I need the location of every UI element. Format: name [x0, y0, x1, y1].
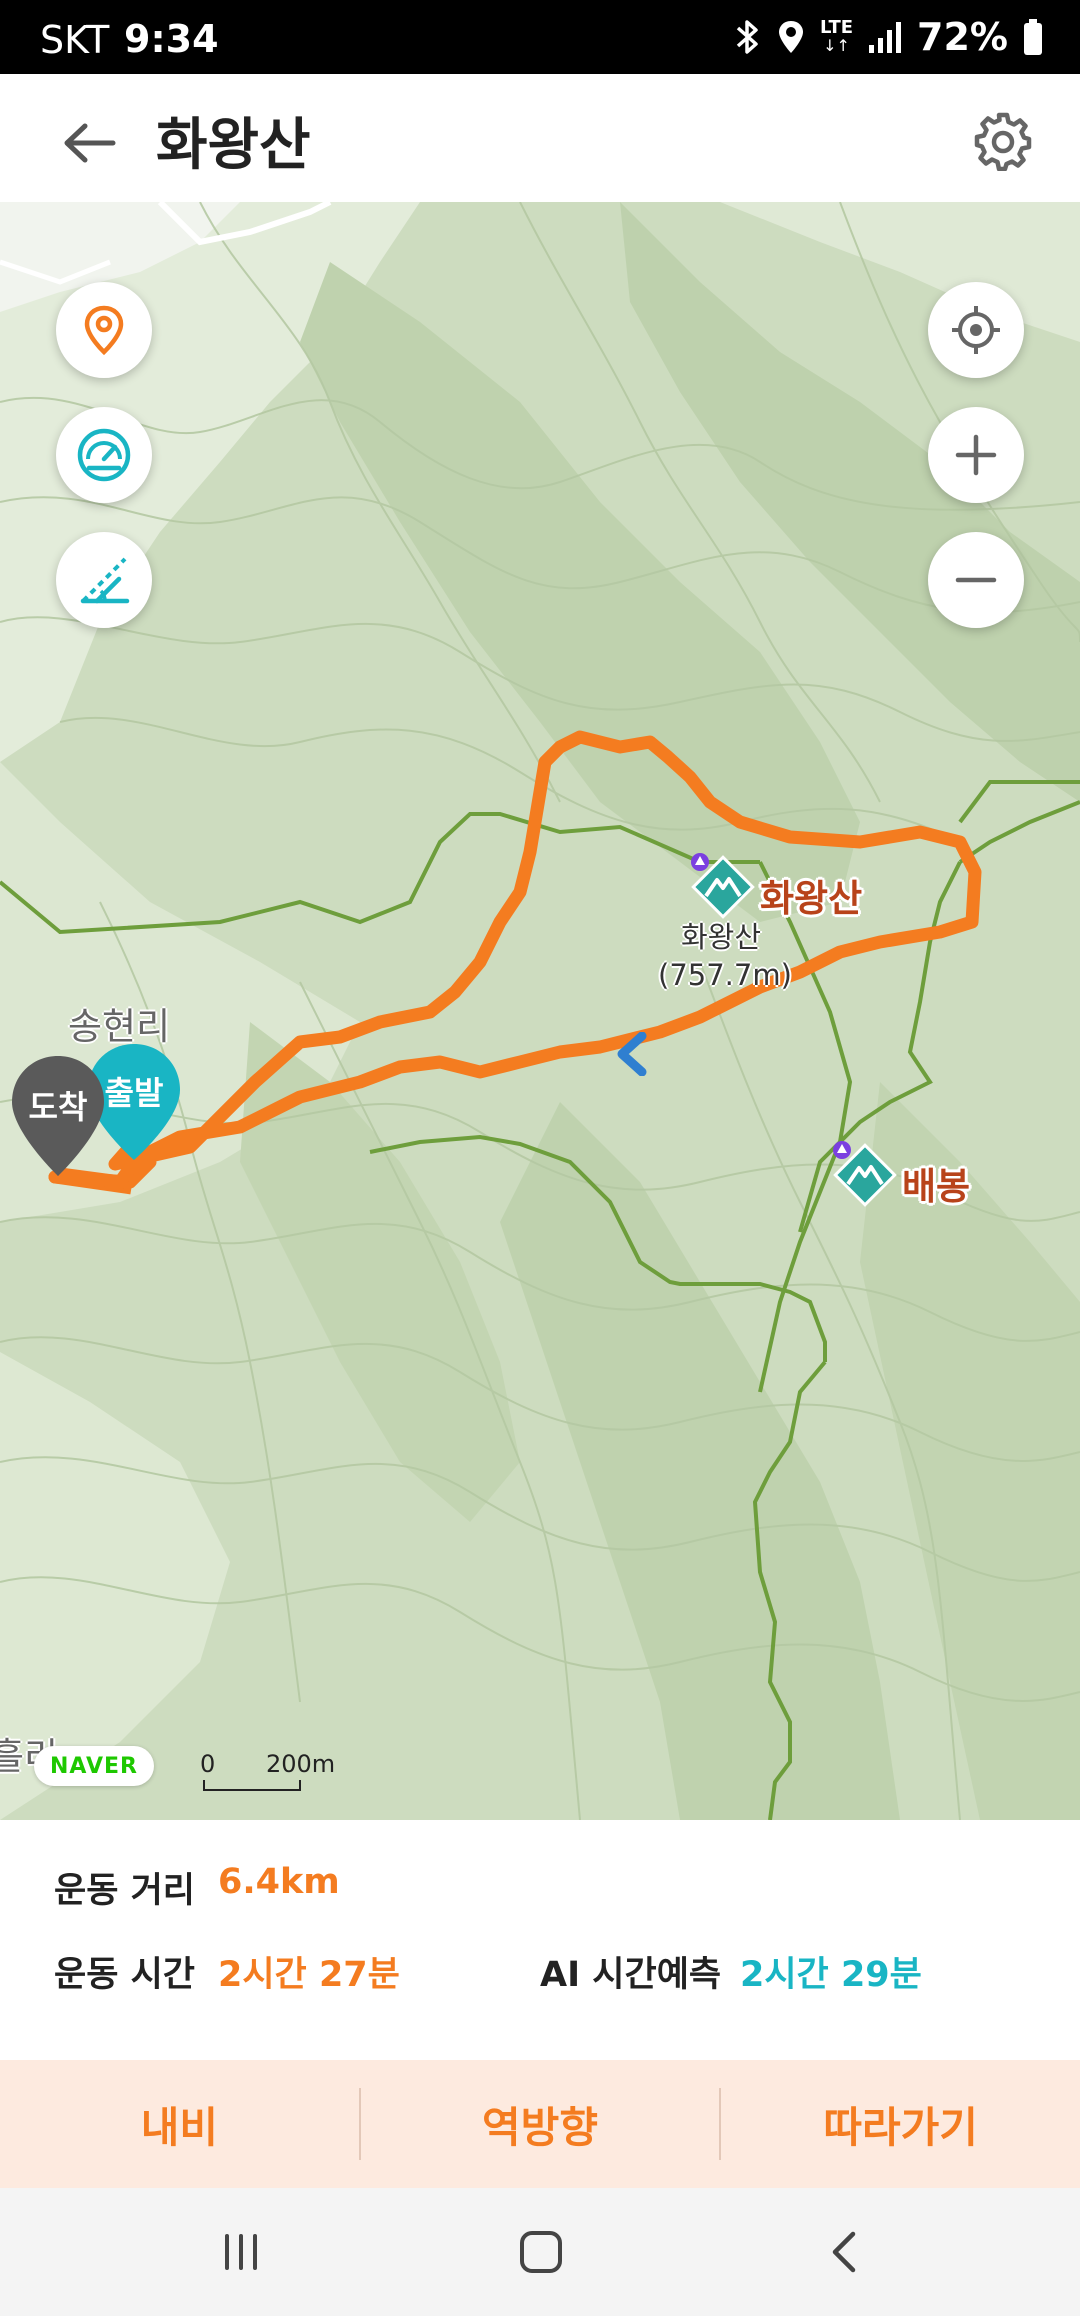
status-icons: LTE ↓↑ 72% — [732, 14, 1044, 60]
carrier-label: SKT — [40, 18, 110, 62]
clock: 9:34 — [124, 17, 219, 61]
peak-label-hwawangsan: 화왕산 — [760, 877, 863, 920]
app-header: 화왕산 — [0, 74, 1080, 202]
signal-icon — [869, 22, 902, 53]
action-bar: 내비 역방향 따라가기 — [0, 2060, 1080, 2188]
back-nav-button[interactable] — [800, 2216, 890, 2288]
my-location-button[interactable] — [928, 282, 1024, 378]
system-nav-bar — [0, 2188, 1080, 2316]
battery-percent: 72% — [917, 15, 1008, 59]
time-label: 운동 시간 — [54, 1955, 195, 1995]
home-icon — [520, 2231, 562, 2273]
scale-start: 0 — [200, 1750, 216, 1778]
follow-route-button[interactable]: 따라가기 — [721, 2060, 1080, 2188]
slope-icon — [80, 557, 130, 604]
battery-icon — [1024, 19, 1042, 55]
zoom-in-button[interactable] — [928, 407, 1024, 503]
bluetooth-icon — [736, 20, 758, 54]
distance-value: 6.4km — [218, 1862, 340, 1902]
home-button[interactable] — [496, 2216, 586, 2288]
time-value: 2시간 27분 — [218, 1955, 400, 1995]
settings-button[interactable] — [966, 104, 1040, 178]
arrival-marker[interactable]: 도착 — [6, 1052, 110, 1182]
peak-detail-name: 화왕산 — [680, 920, 762, 954]
zoom-out-icon — [955, 577, 997, 583]
ai-estimate-label: AI 시간예측 — [540, 1955, 722, 1995]
back-arrow-icon — [64, 123, 116, 163]
page-title: 화왕산 — [156, 113, 311, 178]
naver-logo: NAVER — [34, 1746, 154, 1786]
scale-end: 200m — [266, 1750, 336, 1778]
network-type: LTE — [819, 17, 854, 38]
arrival-label: 도착 — [28, 1088, 88, 1126]
trail-map[interactable]: 화왕산 화왕산 (757.7m) 배봉 송현리 흘리 출발 도착 NAVER 0… — [0, 202, 1080, 1820]
peak-marker-icon[interactable] — [828, 1140, 900, 1212]
location-icon — [778, 21, 803, 53]
peak-elevation: (757.7m) — [658, 958, 792, 992]
slope-button[interactable] — [56, 532, 152, 628]
scale-bar — [203, 1780, 301, 1791]
route-direction-icon — [617, 1032, 647, 1076]
peak-detail-hwawangsan: 화왕산 (757.7m) — [658, 918, 792, 994]
pace-button[interactable] — [56, 407, 152, 503]
back-button[interactable] — [54, 108, 124, 178]
zoom-out-button[interactable] — [928, 532, 1024, 628]
zoom-in-icon — [955, 434, 997, 476]
lte-icon: LTE ↓↑ — [819, 17, 854, 55]
navigate-button[interactable]: 내비 — [0, 2060, 359, 2188]
peak-label-baebong: 배봉 — [902, 1165, 971, 1208]
distance-label: 운동 거리 — [54, 1871, 195, 1911]
location-pin-icon — [84, 305, 124, 356]
status-bar: SKT 9:34 LTE ↓↑ 72% — [0, 0, 1080, 74]
ai-estimate-value: 2시간 29분 — [740, 1955, 922, 1995]
my-location-icon — [952, 306, 1000, 354]
gear-icon — [974, 112, 1032, 171]
speedometer-icon — [77, 428, 131, 482]
map-scale: 0 200m — [200, 1750, 335, 1791]
route-stats-panel: 운동 거리 6.4km 운동 시간 2시간 27분 AI 시간예측 2시간 29… — [0, 1820, 1080, 2060]
poi-toggle-button[interactable] — [56, 282, 152, 378]
recent-apps-icon — [225, 2234, 257, 2270]
reverse-route-button[interactable]: 역방향 — [361, 2060, 720, 2188]
recent-apps-button[interactable] — [196, 2216, 286, 2288]
peak-marker-icon[interactable] — [686, 852, 758, 924]
back-icon — [832, 2231, 856, 2273]
